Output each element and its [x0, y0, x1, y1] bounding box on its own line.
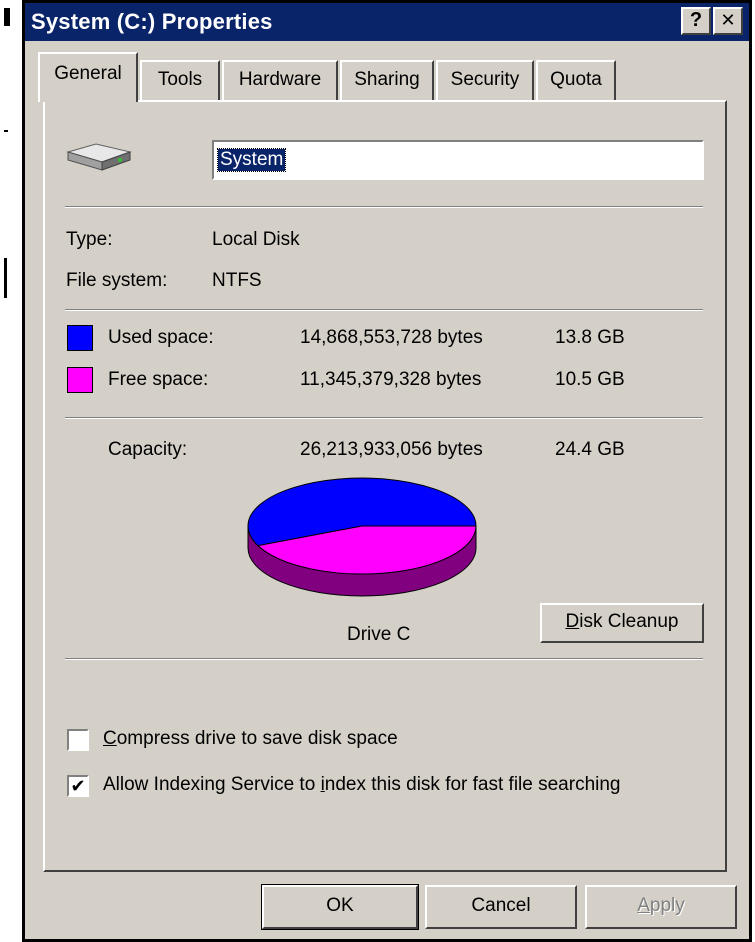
disk-cleanup-mnemonic: D	[565, 611, 580, 632]
indexing-checkbox[interactable]: ✔	[67, 775, 89, 797]
disk-cleanup-label: isk Cleanup	[579, 611, 679, 632]
free-space-swatch	[67, 367, 93, 393]
background-window-edge	[0, 0, 20, 942]
close-button[interactable]: ✕	[713, 7, 743, 35]
compress-mnemonic: C	[103, 728, 117, 749]
volume-label-input[interactable]: System	[212, 140, 704, 180]
compress-checkbox[interactable]	[67, 729, 89, 751]
hard-drive-icon	[62, 138, 134, 179]
indexing-label[interactable]: Allow Indexing Service to index this dis…	[103, 774, 621, 796]
disk-cleanup-button[interactable]: Disk Cleanup	[540, 603, 704, 643]
ok-button[interactable]: OK	[261, 884, 419, 930]
help-button[interactable]: ?	[681, 7, 711, 35]
apply-label: pply	[649, 895, 685, 916]
check-mark-icon: ✔	[70, 776, 86, 796]
free-space-label: Free space:	[108, 369, 209, 390]
disk-usage-pie-chart	[247, 477, 477, 597]
used-space-size: 13.8 GB	[555, 327, 625, 348]
separator	[65, 417, 703, 419]
free-space-bytes: 11,345,379,328 bytes	[300, 369, 482, 390]
compress-label[interactable]: Compress drive to save disk space	[103, 728, 398, 750]
capacity-label: Capacity:	[108, 439, 188, 460]
window-title: System (C:) Properties	[31, 9, 273, 34]
tab-sharing[interactable]: Sharing	[340, 60, 434, 100]
used-space-label: Used space:	[108, 327, 214, 348]
separator	[65, 206, 703, 208]
apply-button[interactable]: Apply	[585, 885, 737, 929]
apply-mnemonic: A	[637, 895, 650, 916]
file-system-value: NTFS	[212, 270, 262, 291]
cancel-button[interactable]: Cancel	[425, 885, 577, 929]
tab-tools[interactable]: Tools	[140, 60, 220, 100]
tab-security[interactable]: Security	[436, 60, 534, 100]
title-bar[interactable]: System (C:) Properties ? ✕	[25, 3, 749, 41]
compress-label-text: ompress drive to save disk space	[116, 728, 398, 749]
used-space-bytes: 14,868,553,728 bytes	[300, 327, 483, 348]
type-value: Local Disk	[212, 229, 300, 250]
type-label: Type:	[66, 229, 113, 250]
indexing-label-before: Allow Indexing Service to	[103, 774, 321, 795]
indexing-label-after: ndex this disk for fast file searching	[324, 774, 621, 795]
tab-quota[interactable]: Quota	[536, 60, 616, 100]
capacity-size: 24.4 GB	[555, 439, 625, 460]
separator	[65, 309, 703, 311]
used-space-swatch	[67, 325, 93, 351]
tab-hardware[interactable]: Hardware	[222, 60, 338, 100]
drive-caption: Drive C	[347, 624, 411, 645]
volume-label-value: System	[216, 148, 287, 172]
capacity-bytes: 26,213,933,056 bytes	[300, 439, 483, 460]
separator	[65, 658, 703, 660]
tab-general[interactable]: General	[38, 52, 138, 102]
file-system-label: File system:	[66, 270, 168, 291]
free-space-size: 10.5 GB	[555, 369, 625, 390]
